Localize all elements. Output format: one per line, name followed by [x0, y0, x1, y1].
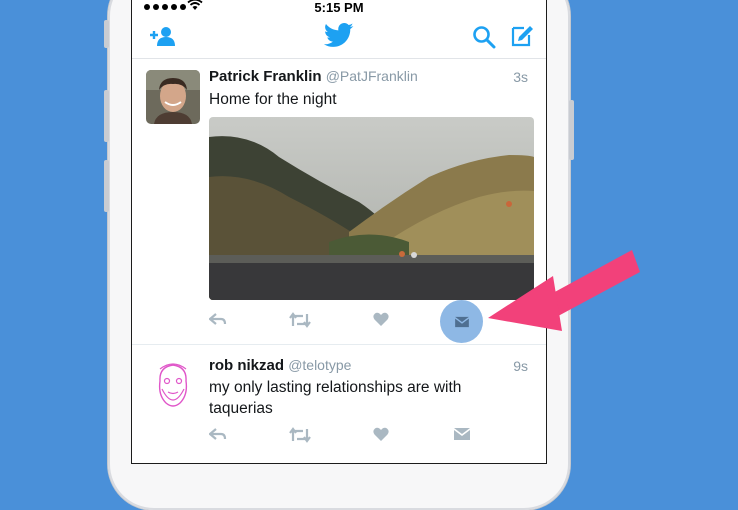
tweet-header: rob nikzad @telotype	[209, 357, 351, 374]
author-name[interactable]: rob nikzad	[209, 357, 284, 374]
phone-mute-switch	[104, 20, 109, 48]
retweet-icon[interactable]	[289, 427, 311, 443]
like-heart-icon[interactable]	[373, 427, 389, 442]
direct-message-icon[interactable]	[453, 427, 471, 441]
tweet-actions	[209, 312, 479, 336]
author-handle[interactable]: @PatJFranklin	[326, 68, 418, 84]
phone-power-button	[569, 100, 574, 160]
tweet-item[interactable]: Patrick Franklin @PatJFranklin 3s Home f…	[132, 0, 546, 345]
phone-volume-down	[104, 160, 109, 212]
tweet-media-image[interactable]	[209, 117, 534, 300]
like-heart-icon[interactable]	[373, 312, 389, 327]
retweet-icon[interactable]	[289, 312, 311, 328]
direct-message-icon	[454, 316, 469, 327]
direct-message-button-highlighted[interactable]	[440, 300, 483, 343]
author-handle[interactable]: @telotype	[288, 357, 351, 373]
phone-volume-up	[104, 90, 109, 142]
tweet-timestamp: 9s	[513, 358, 528, 374]
reply-icon[interactable]	[209, 312, 227, 328]
avatar[interactable]	[146, 359, 200, 413]
tweet-timestamp: 3s	[513, 69, 528, 85]
tweet-actions	[209, 427, 479, 451]
avatar[interactable]	[146, 70, 200, 124]
app-screen: 5:15 PM Patrick Franklin @PatJFranklin 3…	[132, 0, 546, 463]
tweet-item[interactable]: rob nikzad @telotype 9s my only lasting …	[132, 345, 546, 463]
author-name[interactable]: Patrick Franklin	[209, 68, 322, 85]
tweet-text: Home for the night	[209, 91, 337, 108]
tweet-header: Patrick Franklin @PatJFranklin	[209, 68, 418, 85]
reply-icon[interactable]	[209, 427, 227, 443]
tweet-text: my only lasting relationships are with t…	[209, 379, 462, 417]
